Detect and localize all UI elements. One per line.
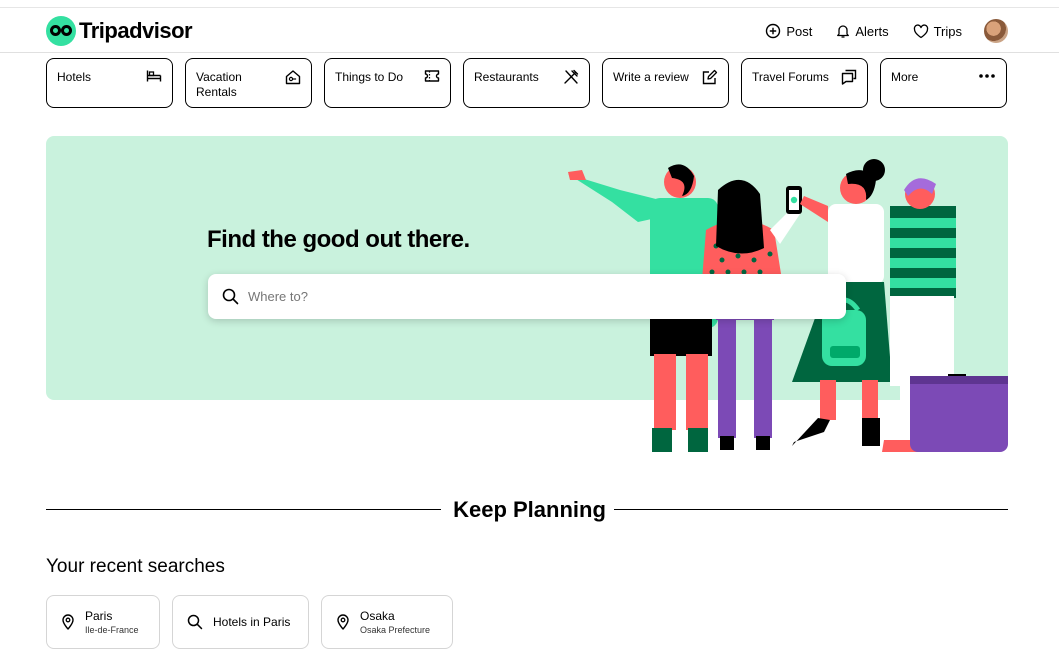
ticket-icon xyxy=(424,70,440,82)
nav-restaurants[interactable]: Restaurants xyxy=(463,58,590,108)
house-icon xyxy=(285,70,301,85)
nav-travel-forums-label: Travel Forums xyxy=(752,70,829,84)
edit-icon xyxy=(702,69,718,85)
bed-icon xyxy=(146,70,162,82)
avatar[interactable] xyxy=(984,19,1008,43)
recent-searches-title: Your recent searches xyxy=(46,556,225,577)
chat-icon xyxy=(841,69,857,85)
recent-search-paris[interactable]: Paris Ile-de-France xyxy=(46,595,160,649)
hero-title: Find the good out there. xyxy=(207,226,470,253)
recent-search-title: Osaka xyxy=(360,608,395,623)
heart-icon xyxy=(913,23,928,38)
post-label: Post xyxy=(786,23,813,39)
keep-planning-title: Keep Planning xyxy=(0,497,1059,523)
header-actions: Post Alerts Trips xyxy=(741,14,1008,48)
post-button[interactable]: Post xyxy=(765,23,812,39)
recent-search-hotels-in-paris[interactable]: Hotels in Paris xyxy=(172,595,309,649)
category-nav: Hotels Vacation Rentals Things to Do Res… xyxy=(46,58,1008,108)
nav-vacation-rentals[interactable]: Vacation Rentals xyxy=(185,58,312,108)
search-icon xyxy=(222,288,239,305)
site-header: Tripadvisor Post Alerts Trips xyxy=(46,14,1008,48)
nav-restaurants-label: Restaurants xyxy=(474,70,539,84)
utensils-icon xyxy=(564,69,579,84)
recent-search-title: Hotels in Paris xyxy=(213,615,291,629)
owl-logo-icon xyxy=(46,16,76,46)
nav-things-to-do-label: Things to Do xyxy=(335,70,404,84)
recent-search-subtitle: Osaka Prefecture xyxy=(360,624,431,635)
recent-search-title: Paris xyxy=(85,608,113,623)
alerts-label: Alerts xyxy=(855,23,889,39)
nav-things-to-do[interactable]: Things to Do xyxy=(324,58,451,108)
nav-write-review[interactable]: Write a review xyxy=(602,58,729,108)
trips-button[interactable]: Trips xyxy=(913,24,962,39)
plus-circle-icon xyxy=(766,23,781,39)
search-input[interactable] xyxy=(248,289,808,304)
nav-write-review-label: Write a review xyxy=(613,70,689,84)
nav-travel-forums[interactable]: Travel Forums xyxy=(741,58,868,108)
nav-vacation-rentals-label: Vacation Rentals xyxy=(196,70,242,99)
more-icon xyxy=(979,74,995,78)
top-border xyxy=(0,7,1059,8)
recent-searches-list: Paris Ile-de-France Hotels in Paris Osak… xyxy=(46,595,453,649)
bell-icon xyxy=(837,25,850,38)
alerts-button[interactable]: Alerts xyxy=(836,23,889,39)
trips-label: Trips xyxy=(933,23,962,39)
search-icon xyxy=(187,614,203,630)
recent-search-subtitle: Ile-de-France xyxy=(85,624,139,635)
tripadvisor-logo[interactable]: Tripadvisor xyxy=(46,16,193,46)
logo-text: Tripadvisor xyxy=(79,18,193,43)
hero-search[interactable] xyxy=(208,274,846,319)
location-pin-icon xyxy=(337,614,349,630)
nav-hotels[interactable]: Hotels xyxy=(46,58,173,108)
nav-hotels-label: Hotels xyxy=(57,70,92,84)
nav-more-label: More xyxy=(891,70,919,84)
nav-more[interactable]: More xyxy=(880,58,1007,108)
location-pin-icon xyxy=(62,614,74,630)
header-divider xyxy=(0,52,1059,53)
recent-search-osaka[interactable]: Osaka Osaka Prefecture xyxy=(321,595,453,649)
